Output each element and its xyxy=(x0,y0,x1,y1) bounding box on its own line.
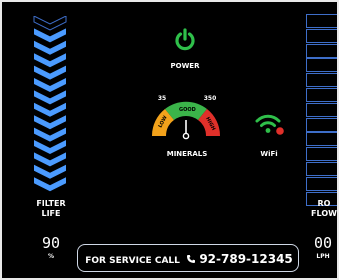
device-display: FILTER LIFE 90 % POWER LOW GOOD HIGH 35 … xyxy=(0,0,339,280)
display-frame xyxy=(0,0,339,280)
